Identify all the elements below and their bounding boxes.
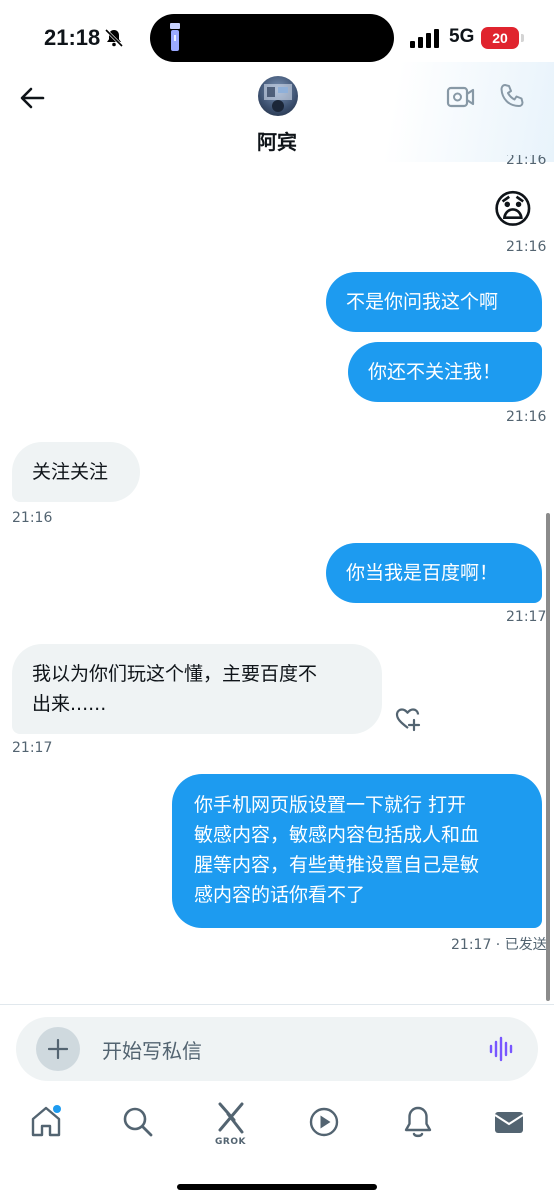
back-arrow-icon[interactable] [18, 84, 46, 112]
conversation-header: 阿宾 [0, 62, 554, 162]
outgoing-message[interactable]: 你当我是百度啊！ [326, 543, 542, 603]
voice-icon[interactable] [488, 1035, 516, 1063]
phone-icon[interactable] [498, 82, 526, 110]
avatar[interactable] [258, 76, 298, 116]
flashlight-icon [170, 23, 180, 51]
outgoing-message[interactable]: 你还不关注我！ [348, 342, 542, 402]
outgoing-message[interactable]: 不是你问我这个啊 [326, 272, 542, 332]
message-input[interactable]: 开始写私信 [102, 1035, 202, 1064]
message-status: 21:17 · 已发送 [451, 937, 547, 953]
message-timestamp: 21:16 [506, 155, 547, 168]
message-text-line: 腥等内容，有些黄推设置自己是敏 [194, 854, 480, 876]
grok-icon[interactable] [214, 1100, 250, 1136]
emoji-message[interactable]: 😧 [492, 186, 534, 234]
message-text: 不是你问我这个啊 [346, 291, 499, 313]
incoming-message[interactable]: 我以为你们玩这个懂，主要百度不 出来...... [12, 644, 382, 734]
contact-name[interactable]: 阿宾 [0, 126, 554, 155]
video-call-icon[interactable] [446, 84, 476, 110]
bell-slash-icon [104, 28, 124, 48]
message-timestamp: 21:17 [506, 609, 547, 625]
outgoing-message[interactable]: 你手机网页版设置一下就行 打开 敏感内容，敏感内容包括成人和血 腥等内容，有些黄… [172, 774, 542, 928]
home-indicator [177, 1184, 377, 1190]
message-timestamp: 21:16 [12, 510, 53, 526]
status-time: 21:18 [44, 25, 101, 50]
message-list[interactable]: 21:16 😧 21:16 不是你问我这个啊 你还不关注我！ 21:16 关注关… [0, 155, 554, 1005]
message-text-line: 出来...... [32, 693, 107, 715]
composer-divider [0, 1004, 554, 1005]
add-heart-icon[interactable] [394, 706, 422, 732]
battery-tip [521, 34, 524, 42]
plus-icon [48, 1039, 68, 1059]
notification-dot [53, 1105, 61, 1113]
message-text-line: 敏感内容，敏感内容包括成人和血 [194, 824, 480, 846]
incoming-message[interactable]: 关注关注 [12, 442, 140, 502]
bell-icon[interactable] [400, 1104, 436, 1140]
mail-icon[interactable] [491, 1104, 527, 1140]
dynamic-island [150, 14, 394, 62]
grok-label: GROK [215, 1137, 246, 1147]
message-timestamp: 21:16 [506, 409, 547, 425]
message-composer[interactable]: 开始写私信 [16, 1017, 538, 1081]
scrollbar[interactable] [546, 513, 550, 1001]
network-type: 5G [449, 26, 475, 47]
message-text-line: 感内容的话你看不了 [194, 884, 366, 906]
play-icon[interactable] [306, 1104, 342, 1140]
message-text-line: 你手机网页版设置一下就行 打开 [194, 794, 467, 816]
add-attachment-button[interactable] [36, 1027, 80, 1071]
message-timestamp: 21:17 [12, 740, 53, 756]
message-text: 关注关注 [32, 461, 109, 483]
message-timestamp: 21:16 [506, 239, 547, 255]
battery-indicator: 20 [481, 27, 519, 49]
search-icon[interactable] [120, 1104, 156, 1140]
message-text: 你还不关注我！ [368, 361, 502, 383]
message-text: 你当我是百度啊！ [346, 562, 499, 584]
signal-icon [410, 29, 439, 48]
message-text-line: 我以为你们玩这个懂，主要百度不 [32, 663, 318, 685]
